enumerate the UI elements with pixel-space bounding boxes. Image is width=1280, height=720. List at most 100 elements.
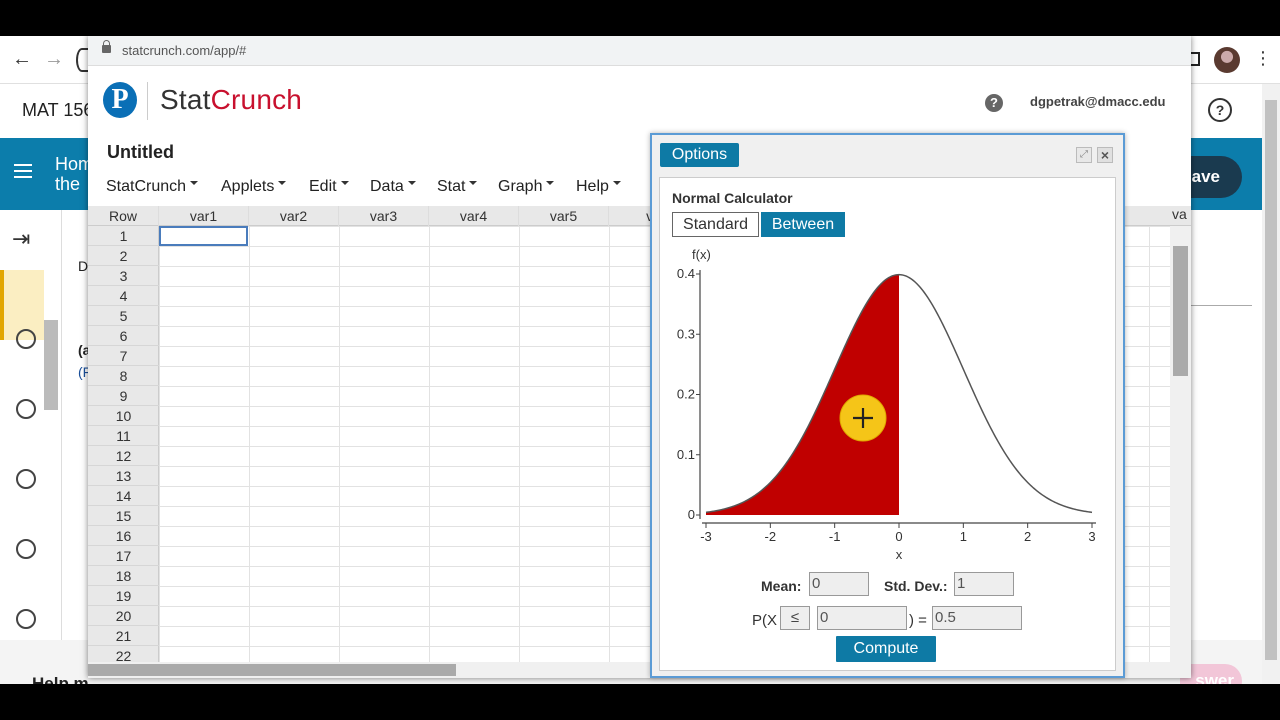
row-number[interactable]: 3 [88, 266, 159, 286]
y-tick-label: 0 [688, 507, 695, 522]
menu-data[interactable]: Data [370, 178, 416, 196]
menu-help[interactable]: Help [576, 178, 621, 196]
normal-calculator-dialog: Options ⤢ × Normal Calculator Standard B… [650, 133, 1125, 678]
grid-vertical-scrollbar-thumb[interactable] [1173, 246, 1188, 376]
x-tick-label: 3 [1088, 529, 1095, 544]
probability-equals-label: ) = [909, 612, 927, 629]
row-number[interactable]: 12 [88, 446, 159, 466]
tab-between[interactable]: Between [761, 212, 845, 237]
grid-vertical-scrollbar[interactable] [1170, 226, 1191, 662]
popup-url: statcrunch.com/app/# [122, 43, 247, 58]
calculator-title: Normal Calculator [672, 190, 793, 206]
column-header[interactable]: var3 [339, 206, 429, 226]
row-number[interactable]: 1 [88, 226, 159, 246]
menu-statcrunch[interactable]: StatCrunch [106, 178, 198, 196]
row-number[interactable]: 14 [88, 486, 159, 506]
row-number[interactable]: 19 [88, 586, 159, 606]
row-number[interactable]: 18 [88, 566, 159, 586]
x-tick-label: -2 [765, 529, 777, 544]
document-title: Untitled [107, 142, 174, 162]
x-axis-label: x [896, 547, 903, 560]
pearson-logo-icon: P [103, 82, 137, 118]
question-rail: ⇥ [0, 210, 62, 640]
probability-result-input[interactable]: 0.5 [932, 606, 1022, 630]
column-header[interactable]: var1 [159, 206, 249, 226]
std-dev-label: Std. Dev.: [884, 578, 948, 594]
more-menu-icon[interactable]: ⋮ [1254, 48, 1272, 69]
row-number[interactable]: 11 [88, 426, 159, 446]
expand-panel-icon[interactable]: ⇥ [12, 226, 30, 252]
question-status-circle-icon[interactable] [16, 539, 36, 559]
user-email[interactable]: dgpetrak@dmacc.edu [1030, 94, 1166, 109]
menu-graph[interactable]: Graph [498, 178, 554, 196]
question-status-circle-icon[interactable] [16, 399, 36, 419]
shaded-area [706, 274, 899, 515]
compute-button[interactable]: Compute [836, 636, 936, 662]
row-number[interactable]: 6 [88, 326, 159, 346]
row-number[interactable]: 5 [88, 306, 159, 326]
help-icon[interactable]: ? [985, 94, 1003, 112]
row-number[interactable]: 21 [88, 626, 159, 646]
question-status-circle-icon[interactable] [16, 329, 36, 349]
back-arrow-icon[interactable]: ← [12, 48, 32, 71]
column-header[interactable]: var2 [249, 206, 339, 226]
y-tick-label: 0.4 [677, 266, 695, 281]
row-number[interactable]: 4 [88, 286, 159, 306]
mean-label: Mean: [761, 578, 802, 594]
menu-applets[interactable]: Applets [221, 178, 286, 196]
reload-icon[interactable] [76, 48, 88, 72]
row-number[interactable]: 7 [88, 346, 159, 366]
probability-prefix-label: P(X [752, 612, 778, 629]
logo-divider [147, 82, 148, 120]
question-status-circle-icon[interactable] [16, 469, 36, 489]
page-scrollbar-thumb[interactable] [1265, 100, 1277, 660]
row-number-column: 1234567891011121314151617181920212223 [88, 226, 159, 678]
menu-edit[interactable]: Edit [309, 178, 349, 196]
row-number[interactable]: 10 [88, 406, 159, 426]
y-tick-label: 0.2 [677, 387, 695, 402]
statcrunch-logo-text: StatCrunch [160, 84, 303, 115]
row-number[interactable]: 8 [88, 366, 159, 386]
row-number[interactable]: 2 [88, 246, 159, 266]
menu-stat[interactable]: Stat [437, 178, 477, 196]
inequality-operator-select[interactable]: ≤ [780, 606, 810, 630]
question-text-partial: D [78, 258, 89, 274]
column-header[interactable]: var5 [519, 206, 609, 226]
x-tick-label: -1 [829, 529, 841, 544]
close-icon[interactable]: × [1097, 147, 1113, 163]
row-number[interactable]: 13 [88, 466, 159, 486]
y-tick-label: 0.3 [677, 326, 695, 341]
course-title: MAT 156 [22, 100, 94, 120]
row-column-header: Row [88, 206, 159, 226]
row-number[interactable]: 17 [88, 546, 159, 566]
std-dev-input[interactable]: 1 [954, 572, 1014, 596]
options-button[interactable]: Options [660, 143, 739, 167]
column-header-partial[interactable]: va [1172, 206, 1187, 222]
row-number[interactable]: 16 [88, 526, 159, 546]
hamburger-menu-icon[interactable] [14, 164, 32, 178]
mean-input[interactable]: 0 [809, 572, 869, 596]
profile-avatar[interactable] [1214, 47, 1240, 73]
row-number[interactable]: 9 [88, 386, 159, 406]
x-tick-label: 1 [960, 529, 967, 544]
x-value-input[interactable]: 0 [817, 606, 907, 630]
x-tick-label: -3 [700, 529, 712, 544]
rail-scrollbar[interactable] [44, 320, 58, 410]
help-icon[interactable]: ? [1208, 98, 1232, 122]
active-cell[interactable] [159, 226, 248, 246]
help-me-solve-link[interactable]: Help m [32, 674, 89, 684]
popup-url-bar: statcrunch.com/app/# [88, 36, 1191, 66]
row-number[interactable]: 20 [88, 606, 159, 626]
column-header[interactable]: var4 [429, 206, 519, 226]
row-number[interactable]: 15 [88, 506, 159, 526]
x-tick-label: 0 [895, 529, 902, 544]
page-scrollbar[interactable] [1262, 84, 1280, 684]
save-button[interactable]: ave [1184, 156, 1242, 198]
question-status-circle-icon[interactable] [16, 609, 36, 629]
normal-distribution-plot: -3 -2 -1 0 1 2 3 0 0.1 0.2 0.3 0.4 x f(x) [677, 247, 1096, 560]
tab-standard[interactable]: Standard [672, 212, 759, 237]
x-tick-label: 2 [1024, 529, 1031, 544]
grid-horizontal-scrollbar-thumb[interactable] [88, 664, 456, 676]
forward-arrow-icon[interactable]: → [44, 48, 64, 71]
maximize-icon[interactable]: ⤢ [1076, 147, 1092, 163]
